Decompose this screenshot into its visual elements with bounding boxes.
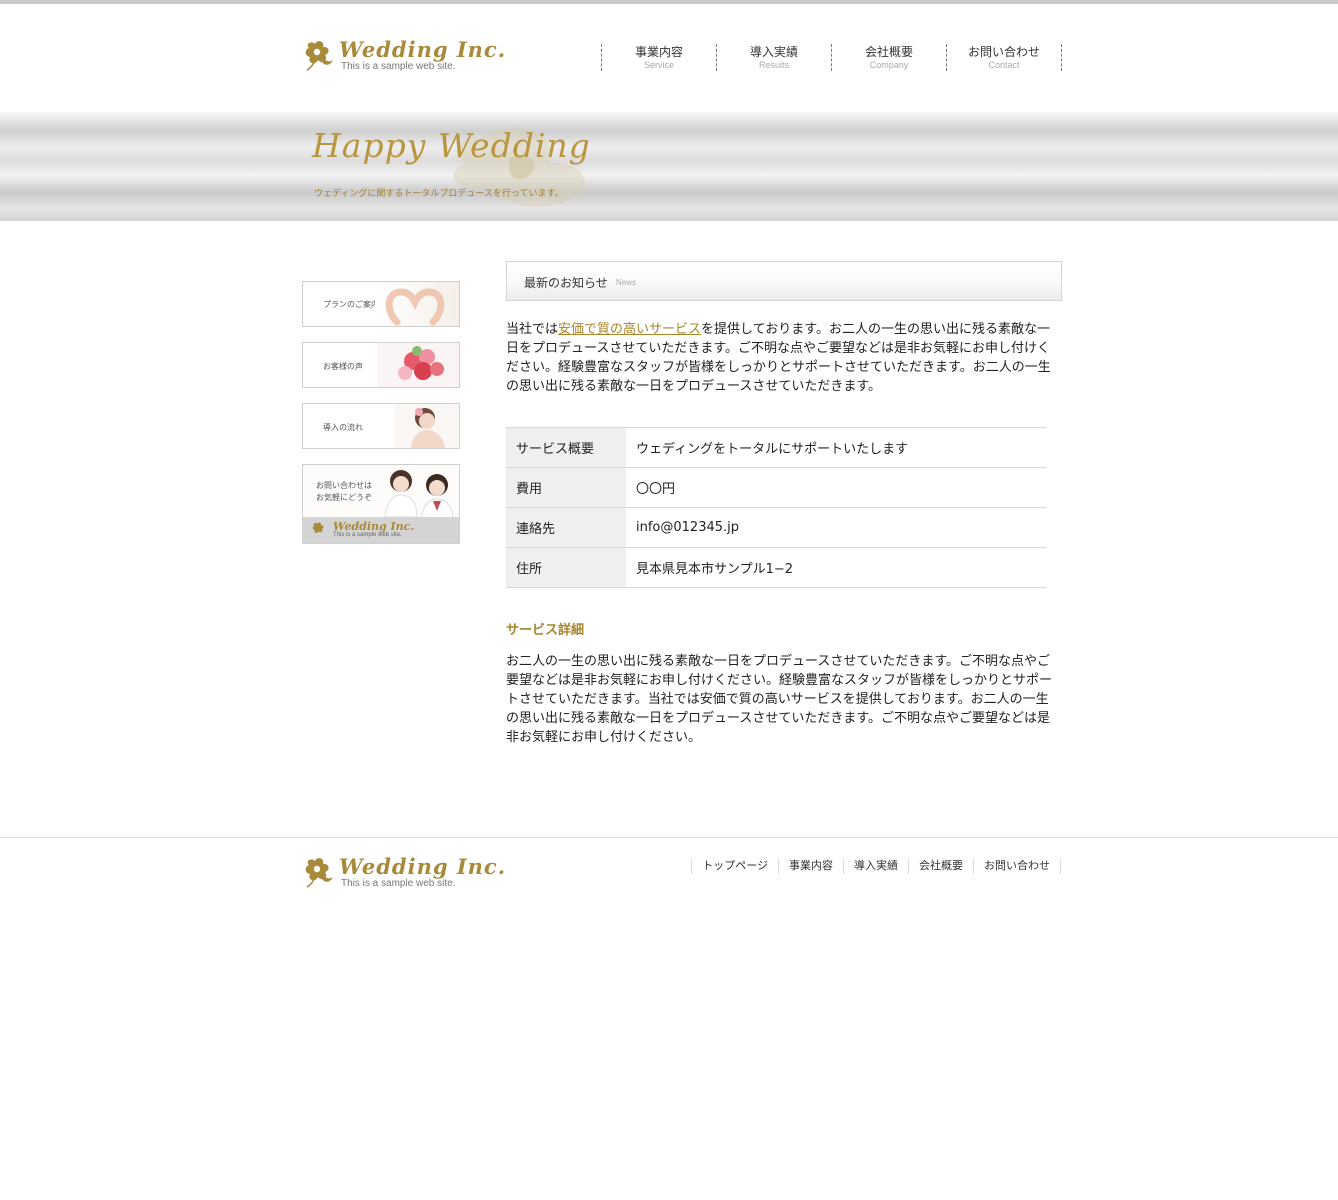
intro-before: 当社では	[506, 322, 559, 337]
nav-company-label: 会社概要	[864, 45, 913, 59]
logo-name: Wedding Inc.	[339, 37, 507, 62]
footer-divider	[0, 837, 1338, 838]
table-value: ウェディングをトータルにサポートいたします	[626, 427, 1046, 468]
nav-contact-label: お問い合わせ	[967, 45, 1040, 59]
footer-nav: トップページ 事業内容 導入実績 会社概要 お問い合わせ	[691, 858, 1061, 874]
banner-voice[interactable]: お客様の声	[302, 342, 460, 388]
banner-plan[interactable]: プランのご案内	[302, 281, 460, 327]
nav-contact[interactable]: お問い合わせ Contact	[947, 44, 1062, 71]
nav-contact-sublabel: Contact	[988, 60, 1020, 70]
intro-link[interactable]: 安価で質の高いサービス	[558, 322, 701, 337]
banner-flow[interactable]: 導入の流れ	[302, 403, 460, 449]
news-header: 最新のお知らせ News	[506, 261, 1062, 301]
table-row: 費用 〇〇円	[506, 467, 1046, 508]
nav-results-sublabel: Results	[758, 60, 789, 70]
table-value: 〇〇円	[626, 467, 1046, 508]
hero-banner	[0, 112, 1338, 221]
footer-logo-name: Wedding Inc.	[339, 854, 507, 879]
service-table: サービス概要 ウェディングをトータルにサポートいたします 費用 〇〇円 連絡先 …	[506, 427, 1046, 588]
footer-link-results[interactable]: 導入実績	[844, 858, 909, 874]
intro-text: 当社では安価で質の高いサービスを提供しております。お二人の一生の思い出に残る素敵…	[506, 320, 1058, 396]
table-row: 連絡先 info@012345.jp	[506, 507, 1046, 548]
table-value: info@012345.jp	[626, 507, 1046, 548]
banner-voice-label: お客様の声	[323, 362, 363, 371]
site-logo[interactable]: Wedding Inc. This is a sample web site.	[303, 38, 506, 72]
footer-link-service[interactable]: 事業内容	[779, 858, 844, 874]
logo-tagline: This is a sample web site.	[341, 61, 456, 72]
nav-service-sublabel: Service	[643, 60, 674, 70]
banner-contact[interactable]: お問い合わせは お気軽にどうぞ Wedding Inc. This is a s…	[302, 464, 460, 544]
nav-results-label: 導入実績	[749, 45, 798, 59]
footer-link-company[interactable]: 会社概要	[909, 858, 974, 874]
table-key: 費用	[506, 467, 626, 508]
table-key: 住所	[506, 547, 626, 588]
rose-logo-icon	[312, 522, 324, 533]
hero-subtitle: ウェディングに関するトータルプロデュースを行っています。	[314, 189, 564, 199]
footer-link-top[interactable]: トップページ	[692, 858, 779, 874]
banner-contact-tagline: This is a sample web site.	[333, 532, 402, 538]
nav-service[interactable]: 事業内容 Service	[602, 44, 717, 71]
table-row: 住所 見本県見本市サンプル1−2	[506, 547, 1046, 588]
hero-title: Happy Wedding	[312, 126, 591, 165]
nav-company[interactable]: 会社概要 Company	[832, 44, 947, 71]
nav-company-sublabel: Company	[869, 60, 909, 70]
table-row: サービス概要 ウェディングをトータルにサポートいたします	[506, 427, 1046, 468]
heart-hands-icon	[375, 282, 459, 326]
banner-flow-label: 導入の流れ	[323, 423, 363, 432]
detail-heading: サービス詳細	[506, 623, 585, 638]
global-nav: 事業内容 Service 導入実績 Results 会社概要 Company お…	[601, 44, 1062, 71]
footer-link-contact[interactable]: お問い合わせ	[974, 858, 1061, 874]
bouquet-icon	[377, 343, 459, 387]
nav-results[interactable]: 導入実績 Results	[717, 44, 832, 71]
banner-contact-line1: お問い合わせは	[316, 481, 372, 490]
news-en: News	[616, 278, 637, 287]
banner-contact-line2: お気軽にどうぞ	[316, 493, 372, 502]
news-title: 最新のお知らせ	[524, 276, 608, 290]
footer-logo-tagline: This is a sample web site.	[341, 878, 456, 889]
table-key: サービス概要	[506, 427, 626, 468]
nav-service-label: 事業内容	[634, 45, 683, 59]
detail-text: お二人の一生の思い出に残る素敵な一日をプロデュースさせていただきます。ご不明な点…	[506, 654, 1053, 745]
rose-logo-icon	[305, 41, 333, 71]
bride-photo-icon	[395, 404, 459, 448]
footer-logo[interactable]: Wedding Inc. This is a sample web site.	[303, 855, 506, 889]
rose-logo-icon	[305, 858, 333, 888]
top-border	[0, 0, 1338, 4]
table-key: 連絡先	[506, 507, 626, 548]
banner-plan-label: プランのご案内	[323, 300, 379, 309]
table-value: 見本県見本市サンプル1−2	[626, 547, 1046, 588]
